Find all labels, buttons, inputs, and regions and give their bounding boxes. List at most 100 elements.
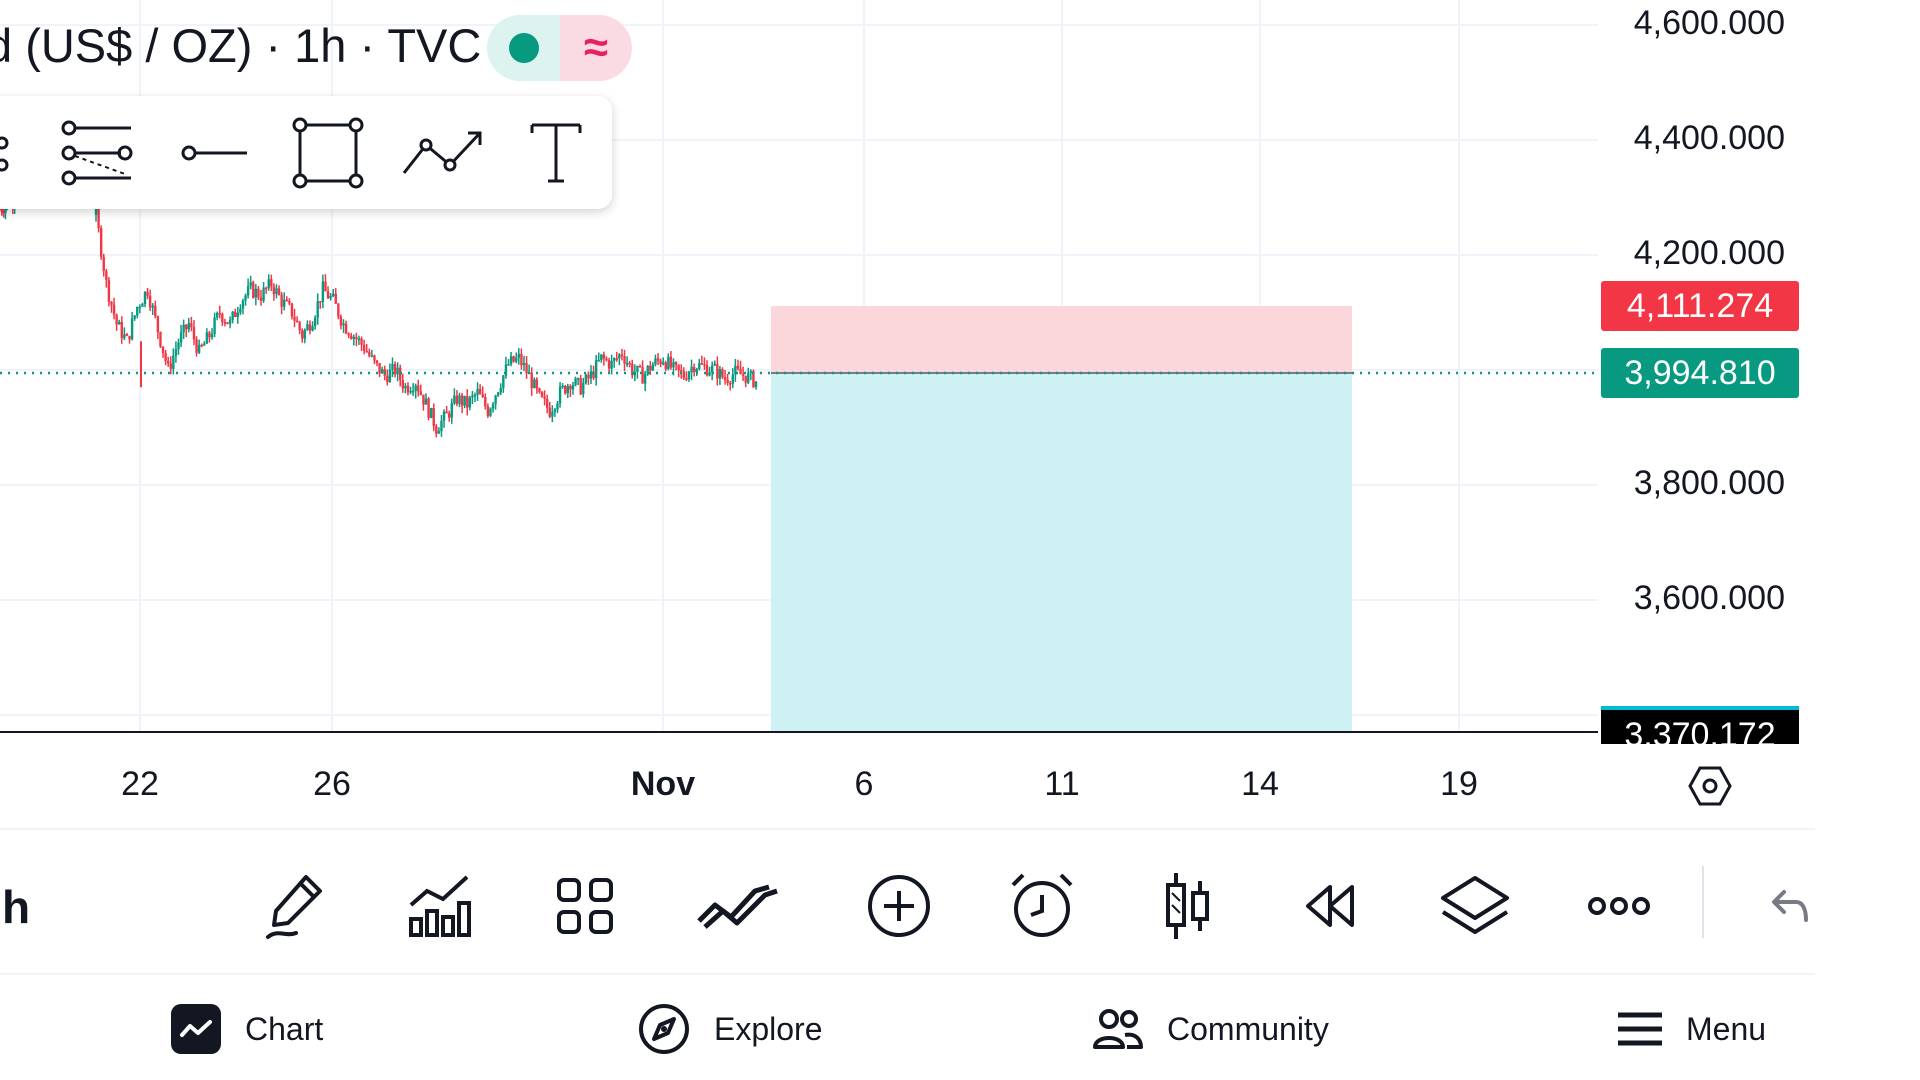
candle-body bbox=[264, 287, 268, 290]
candle-up bbox=[283, 292, 286, 311]
candle-down bbox=[208, 330, 211, 343]
candle-down bbox=[99, 225, 103, 260]
candle-body bbox=[672, 362, 675, 368]
candle-body bbox=[600, 354, 603, 360]
candle-body bbox=[130, 318, 134, 340]
candle-body bbox=[553, 409, 557, 412]
candle-up bbox=[463, 395, 466, 409]
candle-body bbox=[210, 334, 214, 338]
add-icon[interactable] bbox=[859, 866, 939, 946]
candle-body bbox=[540, 392, 544, 397]
candle-body bbox=[197, 344, 201, 353]
replay-icon[interactable] bbox=[1290, 866, 1370, 946]
candle-body bbox=[143, 291, 147, 304]
candle-body bbox=[409, 390, 412, 393]
candle-body bbox=[0, 209, 4, 212]
candle-down bbox=[347, 332, 350, 339]
candle-body bbox=[293, 316, 296, 321]
candle-down bbox=[615, 351, 618, 362]
candle-body bbox=[326, 291, 330, 299]
candle-body bbox=[414, 385, 417, 391]
candle-up bbox=[143, 291, 147, 308]
candle-up bbox=[718, 366, 722, 385]
layout-grid-icon[interactable] bbox=[545, 866, 625, 946]
candle-body bbox=[739, 368, 742, 375]
candle-body bbox=[136, 306, 139, 316]
candle-body bbox=[579, 378, 582, 395]
axis-settings-icon[interactable] bbox=[1686, 762, 1734, 810]
candle-body bbox=[535, 379, 539, 389]
candle-down bbox=[200, 343, 203, 348]
candle-down bbox=[744, 375, 747, 388]
candle-body bbox=[484, 396, 487, 407]
candles-style-icon[interactable] bbox=[1148, 866, 1228, 946]
target-zone bbox=[771, 372, 1352, 733]
candle-up bbox=[123, 327, 126, 341]
nav-chart[interactable]: Chart bbox=[171, 1003, 323, 1055]
candle-body bbox=[597, 359, 600, 362]
candle-down bbox=[234, 308, 237, 318]
candle-body bbox=[700, 363, 704, 365]
candle-down bbox=[631, 359, 634, 379]
candle-up bbox=[618, 353, 621, 366]
path-tool-icon[interactable] bbox=[400, 114, 484, 192]
alarm-icon[interactable] bbox=[1002, 866, 1082, 946]
candle-down bbox=[362, 339, 366, 355]
rectangle-tool-icon[interactable] bbox=[286, 114, 370, 192]
candle-body bbox=[422, 394, 425, 405]
candle-down bbox=[716, 356, 719, 386]
candle-body bbox=[450, 403, 453, 418]
symbol-title[interactable]: d (US$ / OZ) · 1h · TVC bbox=[0, 20, 481, 72]
candle-body bbox=[357, 338, 361, 340]
candle-up bbox=[734, 359, 737, 382]
fib-tool-icon[interactable] bbox=[0, 114, 34, 192]
candle-down bbox=[399, 364, 402, 387]
candle-body bbox=[213, 317, 216, 335]
more-icon[interactable] bbox=[1579, 866, 1659, 946]
compare-symbols-icon[interactable] bbox=[688, 866, 788, 946]
fib-channel-tool-icon[interactable] bbox=[55, 114, 139, 192]
text-tool-icon[interactable] bbox=[514, 114, 598, 192]
candle-up bbox=[589, 365, 593, 385]
candle-down bbox=[368, 348, 371, 358]
ray-tool-icon[interactable] bbox=[172, 114, 256, 192]
candle-body bbox=[208, 332, 211, 338]
candle-body bbox=[231, 311, 234, 321]
market-open-indicator[interactable] bbox=[487, 15, 560, 81]
drawing-pen-icon[interactable] bbox=[257, 866, 337, 946]
candle-body bbox=[154, 305, 157, 317]
candle-body bbox=[610, 360, 613, 369]
price-tick: 4,400.000 bbox=[1633, 119, 1785, 157]
candle-body bbox=[226, 322, 229, 324]
nav-community[interactable]: Community bbox=[1093, 1003, 1329, 1055]
candle-body bbox=[164, 353, 167, 361]
candle-body bbox=[321, 281, 325, 303]
indicators-icon[interactable] bbox=[400, 866, 480, 946]
candle-up bbox=[246, 278, 250, 299]
status-pill[interactable]: ≈ bbox=[487, 15, 632, 81]
candle-body bbox=[564, 385, 567, 394]
candle-body bbox=[203, 343, 206, 346]
candle-down bbox=[478, 384, 482, 395]
candle-body bbox=[324, 281, 327, 292]
candle-body bbox=[218, 312, 221, 315]
nav-explore[interactable]: Explore bbox=[638, 1003, 823, 1055]
layers-icon[interactable] bbox=[1435, 866, 1515, 946]
candle-up bbox=[491, 401, 495, 413]
candle-up bbox=[424, 393, 428, 405]
candle-down bbox=[445, 405, 448, 414]
candle-body bbox=[192, 327, 196, 340]
candle-down bbox=[373, 354, 376, 365]
nav-menu[interactable]: Menu bbox=[1618, 1003, 1766, 1055]
candle-up bbox=[698, 359, 701, 371]
candle-down bbox=[105, 268, 108, 288]
candle-body bbox=[146, 291, 149, 296]
candle-up bbox=[571, 381, 575, 395]
candle-body bbox=[669, 356, 673, 368]
price-tick: 3,800.000 bbox=[1633, 464, 1785, 502]
candle-body bbox=[200, 344, 203, 347]
undo-icon[interactable] bbox=[1748, 866, 1828, 946]
candle-body bbox=[316, 301, 319, 318]
delayed-data-indicator[interactable]: ≈ bbox=[560, 15, 632, 81]
candle-body bbox=[236, 312, 239, 317]
